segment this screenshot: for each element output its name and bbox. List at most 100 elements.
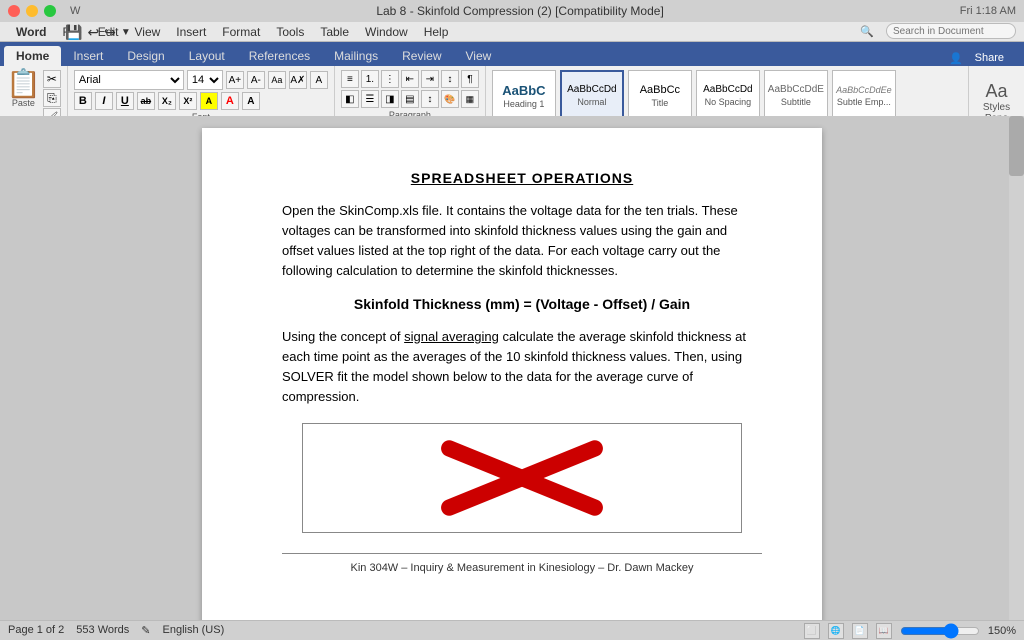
- multilevel-button[interactable]: ⋮: [381, 70, 399, 88]
- share-icon: 👤: [949, 52, 963, 65]
- shading-button[interactable]: 🎨: [441, 90, 459, 108]
- copy-button[interactable]: ⎘: [43, 89, 61, 107]
- paragraph-1: Open the SkinComp.xls file. It contains …: [282, 201, 762, 282]
- paragraph-2: Using the concept of signal averaging ca…: [282, 327, 762, 408]
- superscript-button[interactable]: X²: [179, 92, 197, 110]
- bold-button[interactable]: B: [74, 92, 92, 110]
- view-print-button[interactable]: ⬜: [804, 623, 820, 639]
- menu-tools[interactable]: Tools: [268, 25, 312, 39]
- minimize-button[interactable]: [26, 5, 38, 17]
- text-highlight-button[interactable]: A: [242, 92, 260, 110]
- window-title: Lab 8 - Skinfold Compression (2) [Compat…: [80, 4, 959, 18]
- signal-averaging-link: signal averaging: [404, 329, 499, 344]
- clear-format-button[interactable]: A✗: [289, 71, 307, 89]
- style-heading1-preview: AaBbC: [502, 84, 545, 97]
- style-title[interactable]: AaBbCc Title: [628, 70, 692, 122]
- vertical-scrollbar[interactable]: [1009, 116, 1024, 620]
- style-nospacing[interactable]: AaBbCcDd No Spacing: [696, 70, 760, 122]
- menu-table[interactable]: Table: [312, 25, 357, 39]
- redo-icon[interactable]: ↪: [104, 24, 116, 41]
- scroll-thumb[interactable]: [1009, 116, 1024, 176]
- save-icon[interactable]: 💾: [65, 24, 82, 41]
- numbering-button[interactable]: 1.: [361, 70, 379, 88]
- ribbon-tabs: Home Insert Design Layout References Mai…: [0, 42, 1024, 66]
- tab-review[interactable]: Review: [390, 46, 453, 66]
- page-1: SPREADSHEET OPERATIONS Open the SkinComp…: [202, 128, 822, 620]
- underline-button[interactable]: U: [116, 92, 134, 110]
- style-heading1[interactable]: AaBbC Heading 1: [492, 70, 556, 122]
- font-size-select[interactable]: 14: [187, 70, 223, 90]
- style-subtitle[interactable]: AaBbCcDdE Subtitle: [764, 70, 828, 122]
- close-button[interactable]: [8, 5, 20, 17]
- style-normal-preview: AaBbCcDd: [567, 85, 616, 95]
- grow-font-button[interactable]: A+: [226, 71, 244, 89]
- quick-access-toolbar[interactable]: 💾 ↩ ↪ ▼: [65, 22, 131, 42]
- style-normal-label: Normal: [577, 97, 606, 107]
- decrease-indent-button[interactable]: ⇤: [401, 70, 419, 88]
- search-input[interactable]: [886, 23, 1016, 39]
- paragraph-1-text: Open the SkinComp.xls file. It contains …: [282, 203, 738, 278]
- increase-indent-button[interactable]: ⇥: [421, 70, 439, 88]
- text-effects-button[interactable]: A: [310, 71, 328, 89]
- center-button[interactable]: ☰: [361, 90, 379, 108]
- line-spacing-button[interactable]: ↕: [421, 90, 439, 108]
- x-diagram-svg: [422, 433, 622, 523]
- font-family-select[interactable]: Arial: [74, 70, 184, 90]
- customize-icon[interactable]: ▼: [121, 27, 131, 38]
- menu-insert[interactable]: Insert: [168, 25, 214, 39]
- section-heading: SPREADSHEET OPERATIONS: [282, 168, 762, 189]
- sort-button[interactable]: ↕: [441, 70, 459, 88]
- menu-window[interactable]: Window: [357, 25, 416, 39]
- menu-word[interactable]: Word: [8, 25, 54, 39]
- align-left-button[interactable]: ◧: [341, 90, 359, 108]
- status-bar: Page 1 of 2 553 Words ✎ English (US) ⬜ 🌐…: [0, 620, 1024, 640]
- bullets-button[interactable]: ≡: [341, 70, 359, 88]
- cut-button[interactable]: ✂: [43, 70, 61, 88]
- edit-icon: ✎: [141, 624, 150, 637]
- status-icons: Fri 1:18 AM: [960, 5, 1016, 17]
- status-bar-left: Page 1 of 2 553 Words ✎ English (US): [8, 624, 224, 637]
- strikethrough-button[interactable]: ab: [137, 92, 155, 110]
- paste-icon[interactable]: 📋: [6, 70, 41, 98]
- zoom-slider[interactable]: [900, 625, 980, 637]
- subscript-button[interactable]: X₂: [158, 92, 176, 110]
- search-icon: 🔍: [852, 25, 882, 38]
- paste-label: Paste: [12, 98, 35, 108]
- highlight-button[interactable]: A: [200, 92, 218, 110]
- tab-design[interactable]: Design: [115, 46, 176, 66]
- style-subtleemph[interactable]: AaBbCcDdEe Subtle Emp...: [832, 70, 896, 122]
- style-heading1-label: Heading 1: [503, 99, 544, 109]
- justify-button[interactable]: ▤: [401, 90, 419, 108]
- menu-view[interactable]: View: [126, 25, 168, 39]
- footer-text: Kin 304W – Inquiry & Measurement in Kine…: [351, 562, 694, 574]
- tab-home[interactable]: Home: [4, 46, 61, 66]
- language-indicator: English (US): [163, 624, 225, 637]
- menu-format[interactable]: Format: [214, 25, 268, 39]
- tab-references[interactable]: References: [237, 46, 322, 66]
- shrink-font-button[interactable]: A-: [247, 71, 265, 89]
- view-outline-button[interactable]: 📄: [852, 623, 868, 639]
- font-color-button[interactable]: A: [221, 92, 239, 110]
- view-web-button[interactable]: 🌐: [828, 623, 844, 639]
- tab-mailings[interactable]: Mailings: [322, 46, 390, 66]
- maximize-button[interactable]: [44, 5, 56, 17]
- style-subtleemph-preview: AaBbCcDdEe: [836, 86, 892, 95]
- style-normal[interactable]: AaBbCcDd Normal: [560, 70, 624, 122]
- view-read-button[interactable]: 📖: [876, 623, 892, 639]
- title-bar: W Lab 8 - Skinfold Compression (2) [Comp…: [0, 0, 1024, 22]
- tab-insert[interactable]: Insert: [61, 46, 115, 66]
- change-case-button[interactable]: Aa: [268, 71, 286, 89]
- italic-button[interactable]: I: [95, 92, 113, 110]
- undo-icon[interactable]: ↩: [87, 24, 99, 41]
- borders-button[interactable]: ▦: [461, 90, 479, 108]
- page-count: Page 1 of 2: [8, 624, 64, 637]
- share-button[interactable]: Share: [967, 50, 1012, 66]
- menu-help[interactable]: Help: [416, 25, 457, 39]
- tab-layout[interactable]: Layout: [177, 46, 237, 66]
- tab-view[interactable]: View: [454, 46, 504, 66]
- menu-bar: Word File Edit View Insert Format Tools …: [0, 22, 1024, 42]
- align-right-button[interactable]: ◨: [381, 90, 399, 108]
- show-pilcrow-button[interactable]: ¶: [461, 70, 479, 88]
- style-title-preview: AaBbCc: [640, 85, 680, 96]
- window-controls[interactable]: W: [8, 5, 80, 17]
